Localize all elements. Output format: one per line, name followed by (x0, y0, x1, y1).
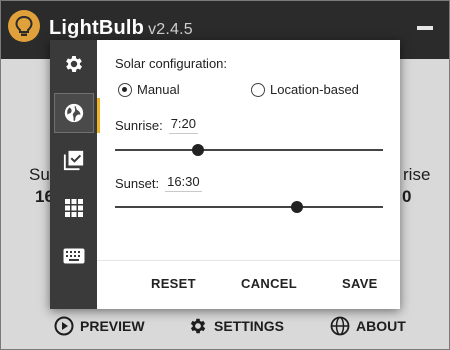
sunset-label-partial: Su (29, 165, 50, 184)
bottom-nav: PREVIEW SETTINGS ABOUT (1, 311, 449, 341)
sunset-slider-track (115, 206, 383, 208)
play-circle-icon (54, 316, 74, 336)
gear-icon (190, 318, 206, 334)
location-based-radio-label: Location-based (270, 82, 359, 97)
sunset-time-input[interactable]: 16:30 (165, 174, 202, 192)
sunrise-label: Sunrise: (115, 117, 163, 133)
sunrise-row: Sunrise: 7:20 (115, 116, 199, 134)
app-title: LightBulb v2.4.5 (49, 17, 193, 40)
grid-icon (64, 199, 83, 217)
sidebar-item-hotkeys[interactable] (50, 232, 97, 280)
sunset-slider[interactable] (115, 200, 383, 214)
preview-button[interactable]: PREVIEW (54, 311, 145, 341)
sunset-slider-thumb[interactable] (291, 201, 304, 213)
app-name: LightBulb (49, 17, 145, 39)
sidebar-item-advanced[interactable] (50, 184, 97, 232)
active-tab-indicator (97, 98, 100, 133)
location-settings-panel: Solar configuration: Manual Location-bas… (115, 40, 400, 260)
sunrise-slider[interactable] (115, 143, 383, 157)
checkbox-icon (63, 150, 83, 171)
sunrise-slider-track (115, 149, 383, 151)
settings-sidebar (50, 40, 97, 309)
location-based-radio-option[interactable]: Location-based (251, 82, 359, 97)
keyboard-icon (63, 248, 84, 264)
globe-icon (64, 103, 84, 123)
settings-button[interactable]: SETTINGS (188, 311, 284, 341)
solar-configuration-heading: Solar configuration: (115, 56, 228, 71)
sunrise-slider-thumb[interactable] (192, 144, 205, 156)
save-button[interactable]: SAVE (342, 276, 378, 291)
sunset-label: Sunset: (115, 175, 160, 191)
settings-dialog: Solar configuration: Manual Location-bas… (50, 40, 400, 309)
manual-radio[interactable] (118, 82, 132, 97)
sidebar-item-applications[interactable] (50, 136, 97, 184)
about-label: ABOUT (356, 318, 406, 334)
minimize-button[interactable] (417, 26, 433, 30)
dialog-footer: RESET CANCEL SAVE (97, 260, 400, 310)
gear-icon (65, 56, 82, 72)
lightbulb-logo-icon (8, 10, 40, 42)
app-version: v2.4.5 (148, 21, 193, 38)
sidebar-item-general[interactable] (50, 40, 97, 88)
location-based-radio[interactable] (251, 82, 265, 97)
about-button[interactable]: ABOUT (330, 311, 406, 341)
globe-icon (330, 316, 350, 336)
preview-label: PREVIEW (80, 318, 145, 334)
sidebar-item-location[interactable] (54, 93, 94, 133)
settings-label: SETTINGS (214, 318, 285, 334)
sunrise-time-input[interactable]: 7:20 (168, 116, 199, 134)
reset-button[interactable]: RESET (151, 276, 196, 291)
cancel-button[interactable]: CANCEL (241, 276, 297, 291)
sunrise-label-partial: rise (403, 165, 431, 184)
sunset-row: Sunset: 16:30 (115, 174, 202, 192)
sunrise-value-partial: 0 (402, 187, 412, 206)
manual-radio-option[interactable]: Manual (118, 82, 180, 97)
manual-radio-label: Manual (137, 82, 180, 97)
